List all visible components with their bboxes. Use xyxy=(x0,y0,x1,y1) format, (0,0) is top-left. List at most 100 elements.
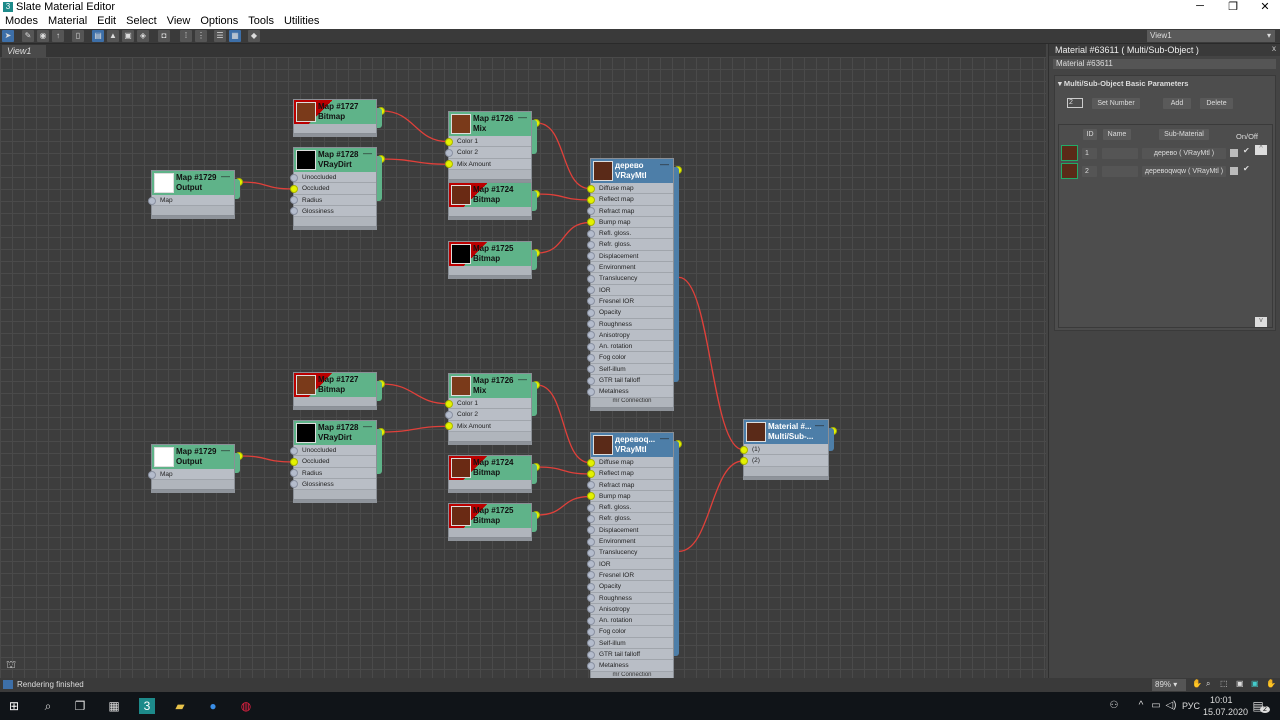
node-side-handle[interactable] xyxy=(235,179,240,199)
delete-button[interactable]: Delete xyxy=(1200,98,1233,109)
input-port[interactable] xyxy=(587,492,595,501)
input-port[interactable] xyxy=(445,422,453,431)
node-side-handle[interactable] xyxy=(532,512,537,532)
wire[interactable] xyxy=(536,384,591,464)
input-port[interactable] xyxy=(587,469,595,478)
node-side-handle[interactable] xyxy=(532,382,537,416)
start-icon[interactable]: ⊞ xyxy=(6,698,22,714)
submaterial-button[interactable]: дерево ( VRayMtl ) xyxy=(1142,148,1226,159)
input-port[interactable] xyxy=(587,627,595,636)
node-mix[interactable]: Map #1726 Mix — Color 1 Color 2 Mix Amount xyxy=(445,111,540,180)
collapse-button[interactable]: — xyxy=(518,112,527,122)
input-port[interactable] xyxy=(587,387,595,396)
input-port[interactable] xyxy=(740,456,748,465)
collapse-button[interactable]: — xyxy=(221,171,230,181)
id-field[interactable]: 1 xyxy=(1082,148,1097,159)
id-header[interactable]: ID xyxy=(1083,129,1097,140)
node-header[interactable]: Map #1728 VRayDirt — xyxy=(294,421,385,445)
submaterial-header[interactable]: Sub-Material xyxy=(1159,129,1209,140)
input-port[interactable] xyxy=(587,331,595,340)
node-header[interactable]: Map #1726 Mix — xyxy=(449,374,540,398)
input-port[interactable] xyxy=(587,286,595,295)
sample-type-icon[interactable]: ◘ xyxy=(158,30,170,42)
rollout-title[interactable]: ▾ Multi/Sub-Object Basic Parameters xyxy=(1058,79,1188,88)
node-header[interactable]: Map #1727 Bitmap xyxy=(294,373,385,397)
name-header[interactable]: Name xyxy=(1103,129,1131,140)
input-port[interactable] xyxy=(587,320,595,329)
input-port[interactable] xyxy=(587,594,595,603)
menu-modes[interactable]: Modes xyxy=(0,14,43,29)
menu-tools[interactable]: Tools xyxy=(243,14,279,29)
color-swatch[interactable] xyxy=(1230,149,1238,157)
input-port[interactable] xyxy=(587,365,595,374)
wire[interactable] xyxy=(536,495,591,516)
node-vraydirt[interactable]: Map #1728 VRayDirt — Unoccluded Occluded Ra… xyxy=(290,420,385,501)
pan-icon[interactable]: ✋ xyxy=(1192,679,1202,688)
input-port[interactable] xyxy=(587,560,595,569)
node-side-handle[interactable] xyxy=(674,441,679,656)
input-port[interactable] xyxy=(587,616,595,625)
input-port[interactable] xyxy=(587,548,595,557)
node-header[interactable]: Map #1724 Bitmap xyxy=(449,183,540,207)
input-port[interactable] xyxy=(290,469,298,478)
put-to-scene-icon[interactable]: ◉ xyxy=(37,30,49,42)
node-header[interactable]: деревоq... VRayMtl — xyxy=(591,433,682,457)
tab-view1[interactable]: View1 xyxy=(2,45,46,57)
collapse-button[interactable]: — xyxy=(660,433,669,443)
show-map-icon[interactable]: ▣ xyxy=(122,30,134,42)
on-checkbox[interactable]: ✔ xyxy=(1243,146,1250,155)
input-port[interactable] xyxy=(445,410,453,419)
menu-view[interactable]: View xyxy=(162,14,196,29)
menu-material[interactable]: Material xyxy=(43,14,92,29)
pan-view-icon[interactable]: ✋ xyxy=(1266,679,1276,688)
input-port[interactable] xyxy=(587,308,595,317)
collapse-button[interactable]: — xyxy=(363,148,372,158)
zoom-selected-icon[interactable]: ▣ xyxy=(1251,679,1259,688)
3dsmax-icon[interactable]: 3 xyxy=(139,698,155,714)
node-bitmap[interactable]: Map #1724 Bitmap xyxy=(448,455,540,490)
mr-connection-rollout[interactable]: mr Connection xyxy=(591,397,673,407)
input-port[interactable] xyxy=(587,503,595,512)
node-side-handle[interactable] xyxy=(532,191,537,211)
input-port[interactable] xyxy=(587,639,595,648)
parameter-editor-icon[interactable]: ☰ xyxy=(214,30,226,42)
input-port[interactable] xyxy=(290,196,298,205)
view-dropdown[interactable]: View1 ▾ xyxy=(1147,30,1275,42)
calculator-icon[interactable]: ▦ xyxy=(106,698,122,714)
input-port[interactable] xyxy=(587,650,595,659)
input-port[interactable] xyxy=(587,263,595,272)
zoom-region-icon[interactable]: ⬚ xyxy=(1220,679,1228,688)
input-port[interactable] xyxy=(445,148,453,157)
search-icon[interactable]: ⌕ xyxy=(40,698,56,714)
node-side-handle[interactable] xyxy=(532,464,537,484)
count-field[interactable]: 2 xyxy=(1067,98,1083,108)
wire[interactable] xyxy=(678,276,744,451)
input-port[interactable] xyxy=(587,571,595,580)
wire[interactable] xyxy=(678,460,744,552)
node-header[interactable]: Map #1725 Bitmap xyxy=(449,504,540,528)
people-icon[interactable]: ⚇ xyxy=(1106,698,1122,714)
input-port[interactable] xyxy=(587,481,595,490)
node-side-handle[interactable] xyxy=(377,108,382,128)
volume-icon[interactable]: ◁) xyxy=(1163,698,1179,714)
input-port[interactable] xyxy=(290,207,298,216)
menu-edit[interactable]: Edit xyxy=(92,14,121,29)
node-output[interactable]: Map #1729 Output — Map xyxy=(148,170,243,217)
wire[interactable] xyxy=(239,181,294,190)
assign-material-icon[interactable]: ↑ xyxy=(52,30,64,42)
node-view[interactable]: Map #1727 Bitmap Map #1728 VRayDirt — Unoc… xyxy=(0,57,1046,678)
collapse-button[interactable]: — xyxy=(221,445,230,455)
zoom-extents-icon[interactable]: ▣ xyxy=(1236,679,1244,688)
layout-all-icon[interactable]: ⁞ xyxy=(180,30,192,42)
on-checkbox[interactable]: ✔ xyxy=(1243,164,1250,173)
input-port[interactable] xyxy=(290,184,298,193)
node-vraymtl[interactable]: деревоq... VRayMtl — Diffuse map Reflect m… xyxy=(587,432,682,678)
node-multi-sub-[interactable]: Material #... Multi/Sub-... — (1) (2) xyxy=(740,419,837,477)
navigator-icon[interactable]: ⛫ xyxy=(6,659,16,673)
menu-select[interactable]: Select xyxy=(121,14,162,29)
clock-time[interactable]: 10:01 xyxy=(1210,695,1233,705)
material-name-field[interactable]: Material #63611 xyxy=(1053,59,1276,69)
submaterial-thumbnail[interactable] xyxy=(1061,163,1078,179)
collapse-button[interactable]: — xyxy=(815,420,824,430)
node-side-handle[interactable] xyxy=(829,428,834,451)
